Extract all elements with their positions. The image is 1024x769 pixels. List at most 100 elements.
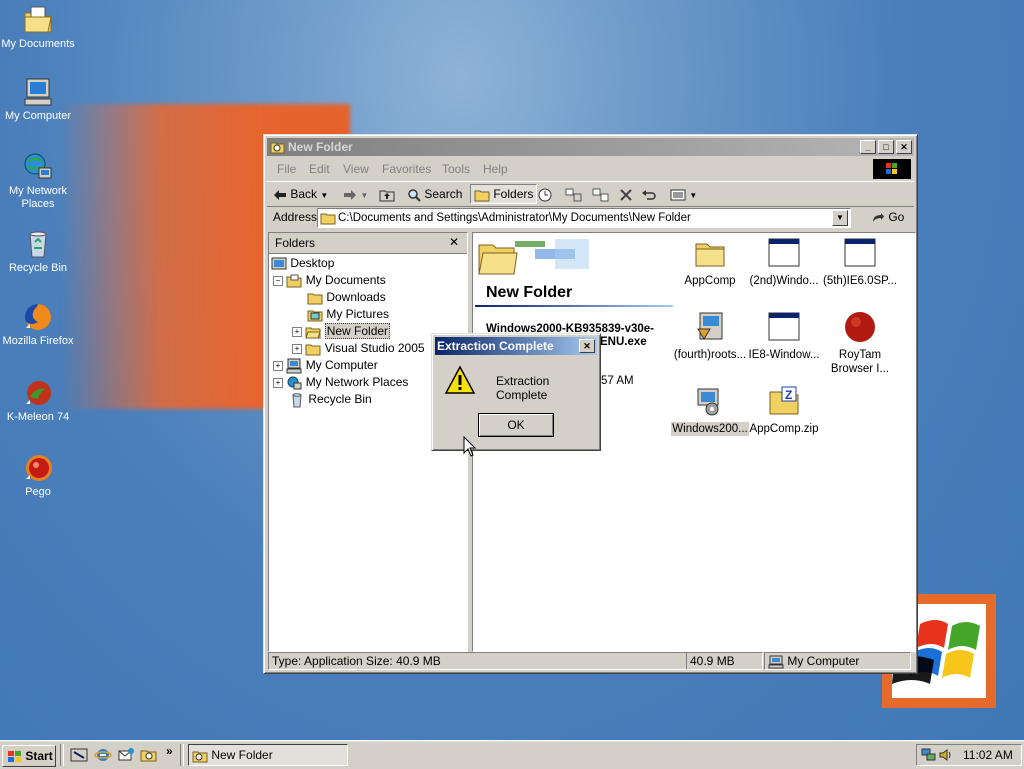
status-bar: Type: Application Size: 40.9 MB 40.9 MB … [267, 652, 914, 670]
maximize-button[interactable]: □ [878, 140, 894, 154]
menu-help[interactable]: Help [483, 162, 508, 176]
file-item-selected[interactable]: Windows200... [671, 385, 749, 436]
history-icon [538, 188, 552, 202]
search-button[interactable]: Search [407, 185, 462, 203]
desktop-icon-network-places[interactable]: My Network Places [0, 151, 76, 211]
kmeleon-icon [26, 381, 51, 405]
menu-file[interactable]: File [277, 162, 296, 176]
windows-flag-icon [8, 750, 21, 762]
file-label: AppComp [684, 275, 736, 287]
expand-icon[interactable]: + [292, 326, 302, 337]
folders-label: Folders [493, 187, 534, 201]
folder-title-rule [475, 305, 673, 307]
address-bar: Address C:\Documents and Settings\Admini… [267, 207, 914, 229]
network-tray-icon[interactable] [921, 748, 937, 762]
copy-to-button[interactable] [592, 185, 610, 203]
menu-favorites[interactable]: Favorites [382, 162, 431, 176]
application-icon [844, 238, 876, 267]
file-item[interactable]: Z AppComp.zip [745, 385, 823, 436]
tree-item-my-pictures[interactable]: My Pictures [307, 306, 389, 322]
up-button[interactable] [379, 185, 395, 203]
dialog-close-button[interactable]: ✕ [579, 339, 595, 353]
move-to-button[interactable] [565, 185, 583, 203]
desktop-icon-my-documents[interactable]: My Documents [0, 4, 76, 51]
taskbar-divider [60, 744, 64, 766]
recycle-bin-icon [29, 231, 47, 258]
menu-edit[interactable]: Edit [309, 162, 330, 176]
standard-toolbar: Back ▼ ▼ Search Folders ▼ [267, 181, 914, 207]
chevron-down-icon[interactable]: ▼ [320, 191, 328, 200]
tree-item-my-network-places[interactable]: + My Network Places [273, 374, 408, 390]
copy-to-icon [592, 188, 609, 202]
outlook-express-icon[interactable] [117, 747, 135, 763]
recycle-bin-icon [292, 393, 302, 408]
tree-label: My Computer [305, 358, 378, 372]
undo-button[interactable] [641, 185, 657, 203]
folders-button[interactable]: Folders [470, 184, 538, 204]
address-dropdown-button[interactable]: ▼ [832, 210, 848, 226]
tree-item-desktop[interactable]: Desktop [271, 255, 334, 271]
desktop-icon-recycle-bin[interactable]: Recycle Bin [0, 228, 76, 275]
system-tray: 11:02 AM [916, 744, 1022, 766]
expand-icon[interactable]: + [273, 360, 283, 371]
file-item[interactable]: (fourth)roots... [671, 311, 749, 362]
roytam-browser-icon [845, 312, 875, 342]
address-label: Address [273, 210, 318, 224]
folders-pane-close-button[interactable]: ✕ [449, 235, 459, 249]
file-item[interactable]: IE8-Window... [745, 311, 823, 362]
back-button[interactable]: Back ▼ [273, 185, 328, 203]
file-item[interactable]: (2nd)Windo... [745, 237, 823, 288]
start-button[interactable]: Start [2, 745, 56, 767]
tree-label: Visual Studio 2005 [324, 341, 425, 355]
history-button[interactable] [537, 185, 553, 203]
close-button[interactable]: ✕ [896, 140, 912, 154]
folder-search-icon[interactable] [140, 747, 158, 763]
delete-button[interactable] [619, 185, 633, 203]
show-desktop-icon[interactable] [70, 747, 88, 763]
expand-icon[interactable]: + [273, 377, 283, 388]
go-button[interactable]: Go [871, 210, 904, 224]
tree-item-recycle-bin[interactable]: Recycle Bin [289, 391, 372, 408]
desktop-icon-firefox[interactable]: Mozilla Firefox [0, 301, 76, 348]
minimize-button[interactable]: _ [860, 140, 876, 154]
network-places-icon [287, 376, 302, 390]
expand-icon[interactable]: + [292, 343, 302, 354]
ok-button[interactable]: OK [478, 413, 554, 437]
tree-label: New Folder [324, 323, 391, 339]
open-folder-icon [305, 327, 322, 339]
tree-item-downloads[interactable]: Downloads [307, 289, 386, 305]
file-item[interactable]: RoyTam Browser I... [821, 311, 899, 376]
file-item[interactable]: (5th)IE6.0SP... [821, 237, 899, 288]
dialog-titlebar[interactable]: Extraction Complete ✕ [435, 337, 597, 355]
folder-banner-graphic [475, 235, 595, 283]
menu-bar: File Edit View Favorites Tools Help [267, 159, 914, 179]
desktop-icon-pego[interactable]: Pego [0, 452, 76, 499]
window-titlebar[interactable]: New Folder _ □ ✕ [267, 138, 914, 156]
views-button[interactable]: ▼ [670, 185, 697, 203]
file-label: AppComp.zip [749, 423, 819, 435]
folders-pane-title: Folders [275, 236, 316, 250]
application-icon [768, 238, 800, 267]
quick-launch-chevron[interactable]: » [166, 744, 173, 758]
folder-up-icon [379, 190, 395, 202]
internet-explorer-icon[interactable] [94, 747, 112, 763]
chevron-down-icon[interactable]: ▼ [689, 191, 697, 200]
tree-item-new-folder[interactable]: + New Folder [292, 323, 391, 339]
desktop-icon-my-computer[interactable]: My Computer [0, 76, 76, 123]
tree-item-my-computer[interactable]: + My Computer [273, 357, 378, 374]
collapse-icon[interactable]: − [273, 275, 283, 286]
forward-button[interactable]: ▼ [343, 185, 368, 203]
tree-item-my-documents[interactable]: − My Documents [273, 272, 386, 288]
address-input[interactable]: C:\Documents and Settings\Administrator\… [317, 208, 851, 228]
clock[interactable]: 11:02 AM [963, 745, 1013, 765]
taskbar-button-new-folder[interactable]: New Folder [188, 744, 348, 766]
volume-tray-icon[interactable] [938, 748, 954, 762]
desktop-icon-kmeleon[interactable]: K-Meleon 74 [0, 377, 76, 424]
menu-tools[interactable]: Tools [442, 162, 470, 176]
tree-item-visual-studio-2005[interactable]: + Visual Studio 2005 [292, 340, 425, 356]
setup-icon [697, 388, 719, 416]
menu-view[interactable]: View [343, 162, 369, 176]
file-item[interactable]: AppComp [671, 237, 749, 288]
chevron-down-icon[interactable]: ▼ [360, 191, 368, 200]
file-label: (2nd)Windo... [749, 275, 819, 287]
